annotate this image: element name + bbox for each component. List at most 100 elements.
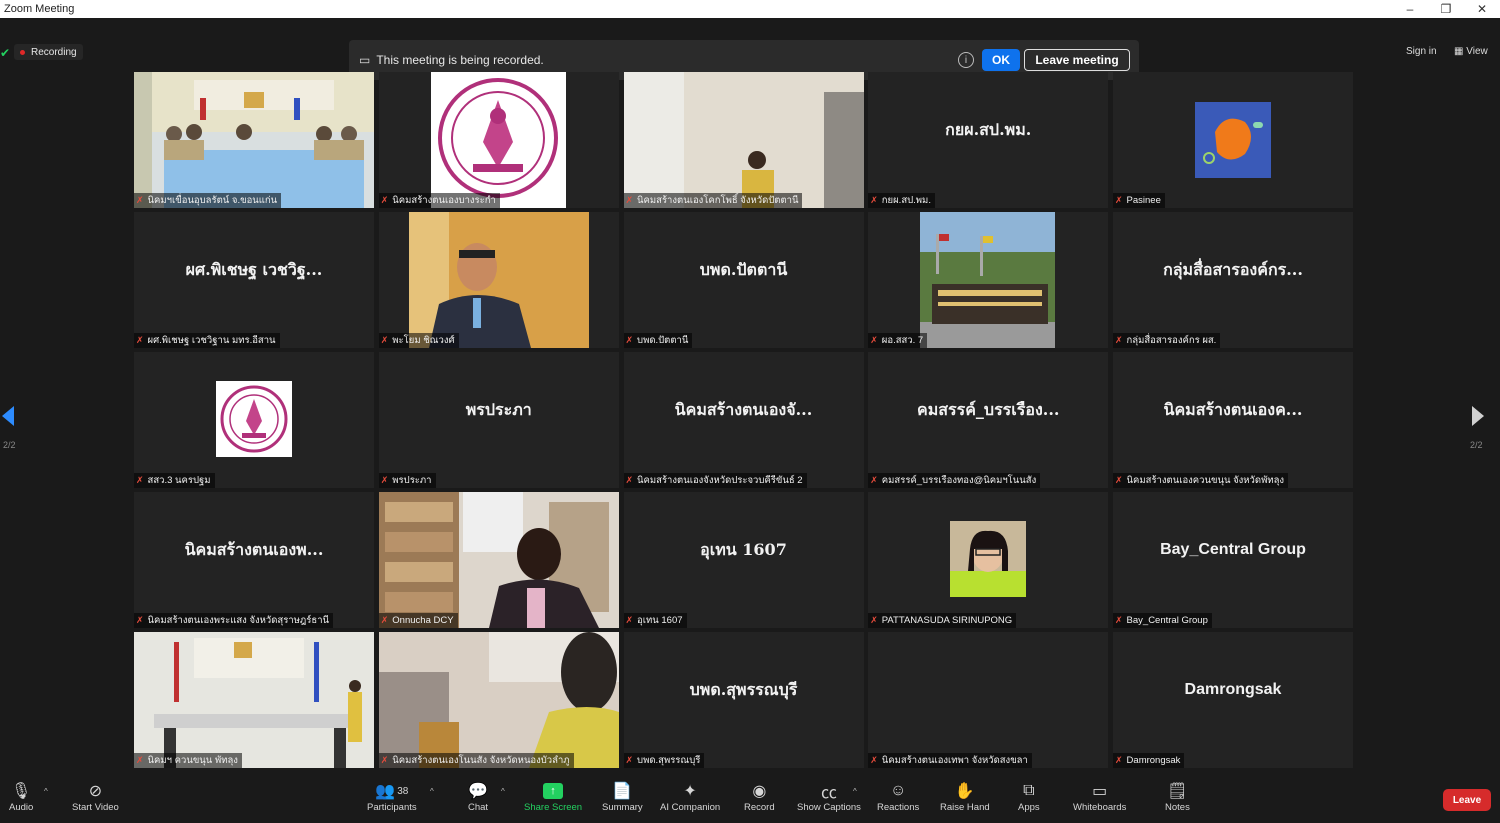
- participants-icon: 👥: [375, 783, 396, 800]
- video-tile[interactable]: ✗ Onnucha DCY: [378, 492, 619, 628]
- participant-name: บพด.ปัตตานี: [637, 335, 689, 346]
- video-tile[interactable]: ✗ PATTANASUDA SIRINUPONG: [868, 492, 1109, 628]
- participants-options-caret-icon[interactable]: ^: [430, 787, 434, 796]
- video-off-icon: ⊘: [88, 783, 103, 800]
- participant-name: กยผ.สป.พม.: [881, 195, 931, 206]
- video-tile[interactable]: กยผ.สป.พม. ✗ กยผ.สป.พม.: [868, 72, 1109, 208]
- shield-icon[interactable]: ✔: [0, 46, 10, 60]
- recording-indicator[interactable]: Recording: [14, 44, 83, 60]
- summary-label: Summary: [602, 802, 643, 813]
- participant-name: บพด.สุพรรณบุรี: [637, 755, 701, 766]
- video-tile[interactable]: นิคมสร้างตนเองจั... ✗ นิคมสร้างตนเองจังหว…: [623, 352, 864, 488]
- video-tile[interactable]: พรประภา ✗ พรประภา: [378, 352, 619, 488]
- participant-label: ✗ กลุ่มสื่อสารองค์กร ผส.: [1113, 333, 1221, 348]
- start-video-button[interactable]: ⊘ Start Video: [72, 780, 119, 813]
- participant-display-name: [868, 632, 1108, 748]
- meeting-stage: ✔ Recording ▭ This meeting is being reco…: [0, 18, 1500, 775]
- ai-companion-button[interactable]: ✦ AI Companion: [660, 780, 720, 813]
- participant-label: ✗ บพด.สุพรรณบุรี: [623, 753, 705, 768]
- ok-button[interactable]: OK: [982, 49, 1020, 71]
- raise-hand-button[interactable]: ✋ Raise Hand: [940, 780, 990, 813]
- captions-options-caret-icon[interactable]: ^: [853, 787, 857, 796]
- video-tile[interactable]: กลุ่มสื่อสารองค์กร... ✗ กลุ่มสื่อสารองค์ก…: [1113, 212, 1353, 348]
- reactions-button[interactable]: ☺ Reactions: [877, 780, 919, 813]
- video-tile[interactable]: ✗ นิคมฯเขื่อนอุบลรัตน์ จ.ขอนแก่น: [134, 72, 374, 208]
- view-label: View: [1466, 46, 1488, 57]
- participant-label: ✗ พะโยม ชิณวงศ์: [378, 333, 459, 348]
- participant-label: ✗ กยผ.สป.พม.: [868, 193, 935, 208]
- participant-name: คมสรรค์_บรรเรืองทอง@นิคมฯโนนสัง: [881, 475, 1037, 486]
- participant-name: นิคมสร้างตนเองโนนสัง จังหวัดหนองบัวลำภู: [392, 755, 570, 766]
- audio-button[interactable]: 🎙 Audio: [9, 780, 33, 813]
- participant-name: PATTANASUDA SIRINUPONG: [881, 615, 1013, 626]
- sign-in-link[interactable]: Sign in: [1406, 46, 1437, 57]
- participant-label: ✗ Damrongsak: [1113, 753, 1185, 768]
- close-button[interactable]: ✕: [1464, 0, 1500, 18]
- video-tile[interactable]: นิคมสร้างตนเองพ... ✗ นิคมสร้างตนเองพระแสง…: [134, 492, 374, 628]
- leave-meeting-button[interactable]: Leave meeting: [1024, 49, 1130, 71]
- participants-count: 38: [397, 785, 409, 797]
- next-page-arrow-icon[interactable]: [1472, 406, 1484, 426]
- avatar: [1195, 102, 1271, 178]
- participant-name: ผศ.พิเชษฐ เวชวิฐาน มทร.อีสาน: [147, 335, 276, 346]
- video-tile[interactable]: อุเทน 1607 ✗ อุเทน 1607: [623, 492, 864, 628]
- participant-label: ✗ พรประภา: [378, 473, 436, 488]
- participants-label: Participants: [367, 802, 417, 813]
- chat-button[interactable]: 💬 Chat: [468, 780, 488, 813]
- participant-label: ✗ นิคมสร้างตนเองเทพา จังหวัดสงขลา: [868, 753, 1032, 768]
- video-tile[interactable]: คมสรรค์_บรรเรือง... ✗ คมสรรค์_บรรเรืองทอง…: [868, 352, 1109, 488]
- video-tile[interactable]: ✗ นิคมสร้างตนเองบางระกำ: [378, 72, 619, 208]
- audio-options-caret-icon[interactable]: ^: [44, 787, 48, 796]
- video-tile[interactable]: ✗ นิคมฯ ควนขนุน พัทลุง: [134, 632, 374, 768]
- avatar: [950, 521, 1027, 597]
- participants-button[interactable]: 👥 38 Participants: [367, 780, 417, 813]
- share-screen-button[interactable]: ↑ Share Screen: [524, 780, 582, 813]
- video-tile[interactable]: ผศ.พิเชษฐ เวชวิฐ... ✗ ผศ.พิเชษฐ เวชวิฐาน …: [134, 212, 374, 348]
- participant-label: ✗ อุเทน 1607: [623, 613, 687, 628]
- whiteboard-icon: ▭: [1092, 783, 1108, 800]
- window-controls: – ❐ ✕: [1392, 0, 1500, 18]
- summary-button[interactable]: 📄 Summary: [602, 780, 643, 813]
- video-tile[interactable]: Damrongsak ✗ Damrongsak: [1113, 632, 1353, 768]
- participant-video: [623, 72, 864, 208]
- apps-button[interactable]: ⧉ Apps: [1018, 780, 1040, 813]
- reactions-icon: ☺: [889, 782, 907, 799]
- participant-display-name: นิคมสร้างตนเองพ...: [184, 539, 324, 559]
- participant-label: ✗ นิคมฯ ควนขนุน พัทลุง: [134, 753, 242, 768]
- minimize-button[interactable]: –: [1392, 0, 1428, 18]
- video-tile[interactable]: Bay_Central Group ✗ Bay_Central Group: [1113, 492, 1353, 628]
- participant-display-name: Bay_Central Group: [1160, 541, 1306, 558]
- video-tile[interactable]: บพด.ปัตตานี ✗ บพด.ปัตตานี: [623, 212, 864, 348]
- previous-page-arrow-icon[interactable]: [2, 406, 14, 426]
- video-tile[interactable]: ✗ นิคมสร้างตนเองโนนสัง จังหวัดหนองบัวลำภู: [378, 632, 619, 768]
- view-button[interactable]: ▦ View: [1454, 46, 1488, 57]
- reactions-label: Reactions: [877, 802, 920, 813]
- page-indicator-left: 2/2: [3, 440, 16, 450]
- show-captions-label: Show Captions: [797, 802, 861, 813]
- video-tile[interactable]: ✗ สสว.3 นครปฐม: [134, 352, 374, 488]
- restore-button[interactable]: ❐: [1428, 0, 1464, 18]
- video-tile[interactable]: ✗ นิคมสร้างตนเองเทพา จังหวัดสงขลา: [868, 632, 1109, 768]
- raise-hand-label: Raise Hand: [940, 802, 990, 813]
- chat-options-caret-icon[interactable]: ^: [501, 787, 505, 796]
- muted-mic-icon: ✗: [625, 475, 634, 485]
- show-captions-button[interactable]: ㏄ Show Captions: [797, 780, 861, 813]
- whiteboards-button[interactable]: ▭ Whiteboards: [1073, 780, 1126, 813]
- video-tile[interactable]: ✗ Pasinee: [1113, 72, 1353, 208]
- video-tile[interactable]: ✗ ผอ.สสว. 7: [868, 212, 1109, 348]
- leave-button[interactable]: Leave: [1443, 789, 1491, 811]
- participant-display-name: กยผ.สป.พม.: [945, 119, 1032, 139]
- record-button[interactable]: ◉ Record: [744, 780, 775, 813]
- video-tile[interactable]: นิคมสร้างตนเองค... ✗ นิคมสร้างตนเองควนขนุ…: [1113, 352, 1353, 488]
- video-tile[interactable]: ✗ พะโยม ชิณวงศ์: [378, 212, 619, 348]
- participant-name: Pasinee: [1126, 195, 1161, 206]
- video-tile[interactable]: ✗ นิคมสร้างตนเองโคกโพธิ์ จังหวัดปัตตานี: [623, 72, 864, 208]
- info-icon[interactable]: i: [958, 52, 974, 68]
- participant-name: นิคมสร้างตนเองควนขนุน จังหวัดพัทลุง: [1126, 475, 1285, 486]
- video-tile[interactable]: บพด.สุพรรณบุรี ✗ บพด.สุพรรณบุรี: [623, 632, 864, 768]
- participant-video: [378, 632, 619, 768]
- muted-mic-icon: ✗: [625, 335, 634, 345]
- participant-name: นิคมสร้างตนเองบางระกำ: [392, 195, 496, 206]
- notes-button[interactable]: 🗒 Notes: [1165, 780, 1190, 813]
- muted-mic-icon: ✗: [870, 615, 878, 625]
